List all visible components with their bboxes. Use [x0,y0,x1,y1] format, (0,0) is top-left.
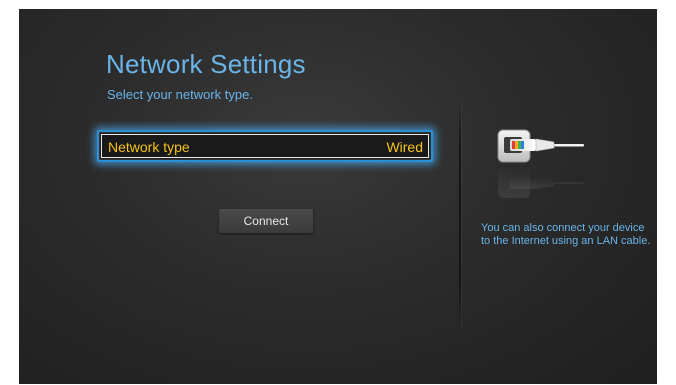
info-text: You can also connect your device to the … [481,222,651,247]
network-type-label: Network type [108,139,190,155]
page-title: Network Settings [106,49,306,79]
panel-divider [459,101,461,331]
connect-button[interactable]: Connect [219,209,313,233]
network-type-selector[interactable]: Network type Wired [97,130,433,162]
lan-cable-icon [497,129,584,198]
network-type-value: Wired [386,139,423,155]
page-subtitle: Select your network type. [107,87,253,102]
network-settings-screen: Network Settings Select your network typ… [19,9,657,384]
